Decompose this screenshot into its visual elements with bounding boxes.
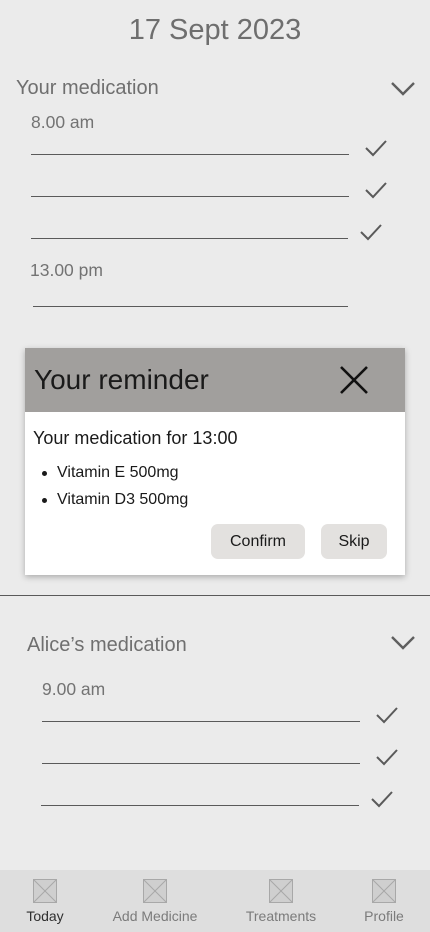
confirm-button[interactable]: Confirm	[211, 524, 305, 559]
close-icon[interactable]	[338, 364, 370, 396]
medication-time: 8.00 am	[31, 112, 95, 132]
medication-entry-line[interactable]	[33, 306, 348, 307]
check-icon[interactable]	[370, 790, 394, 808]
reminder-dialog-title: Your reminder	[34, 364, 209, 395]
list-item: Vitamin E 500mg	[33, 462, 188, 489]
image-placeholder-icon	[33, 879, 57, 903]
check-icon[interactable]	[375, 748, 399, 766]
check-icon[interactable]	[375, 706, 399, 724]
list-item: Vitamin D3 500mg	[33, 489, 188, 516]
bottom-nav: Today Add Medicine Treatments Profile	[0, 870, 430, 932]
nav-label: Today	[26, 908, 64, 924]
nav-item-treatments[interactable]: Treatments	[238, 870, 324, 932]
section-divider	[0, 595, 430, 596]
medication-entry-line[interactable]	[42, 763, 360, 764]
nav-item-today[interactable]: Today	[18, 870, 72, 932]
medication-entry-line[interactable]	[31, 196, 349, 197]
chevron-down-icon[interactable]	[389, 633, 417, 651]
nav-label: Treatments	[245, 908, 317, 924]
image-placeholder-icon	[269, 879, 293, 903]
medication-time: 13.00 pm	[30, 260, 103, 280]
reminder-subtitle: Your medication for 13:00	[33, 428, 238, 448]
medication-entry-line[interactable]	[42, 721, 360, 722]
check-icon[interactable]	[359, 223, 383, 241]
image-placeholder-icon	[143, 879, 167, 903]
skip-button[interactable]: Skip	[321, 524, 387, 559]
check-icon[interactable]	[364, 139, 388, 157]
medication-entry-line[interactable]	[31, 154, 349, 155]
my-medication-title: Your medication	[16, 77, 159, 99]
nav-label: Profile	[364, 908, 404, 924]
chevron-down-icon[interactable]	[389, 79, 417, 97]
reminder-medication-list: Vitamin E 500mg Vitamin D3 500mg	[33, 462, 188, 516]
check-icon[interactable]	[364, 181, 388, 199]
nav-item-profile[interactable]: Profile	[354, 870, 414, 932]
medication-entry-line[interactable]	[41, 805, 359, 806]
image-placeholder-icon	[372, 879, 396, 903]
reminder-dialog-header: Your reminder	[25, 348, 405, 412]
nav-item-add-medicine[interactable]: Add Medicine	[105, 870, 205, 932]
medication-entry-line[interactable]	[31, 238, 348, 239]
nav-label: Add Medicine	[112, 908, 198, 924]
reminder-dialog: Your reminder Your medication for 13:00 …	[25, 348, 405, 575]
medication-time: 9.00 am	[42, 679, 106, 699]
page-date: 17 Sept 2023	[128, 14, 302, 46]
alice-medication-title: Alice’s medication	[27, 634, 187, 656]
